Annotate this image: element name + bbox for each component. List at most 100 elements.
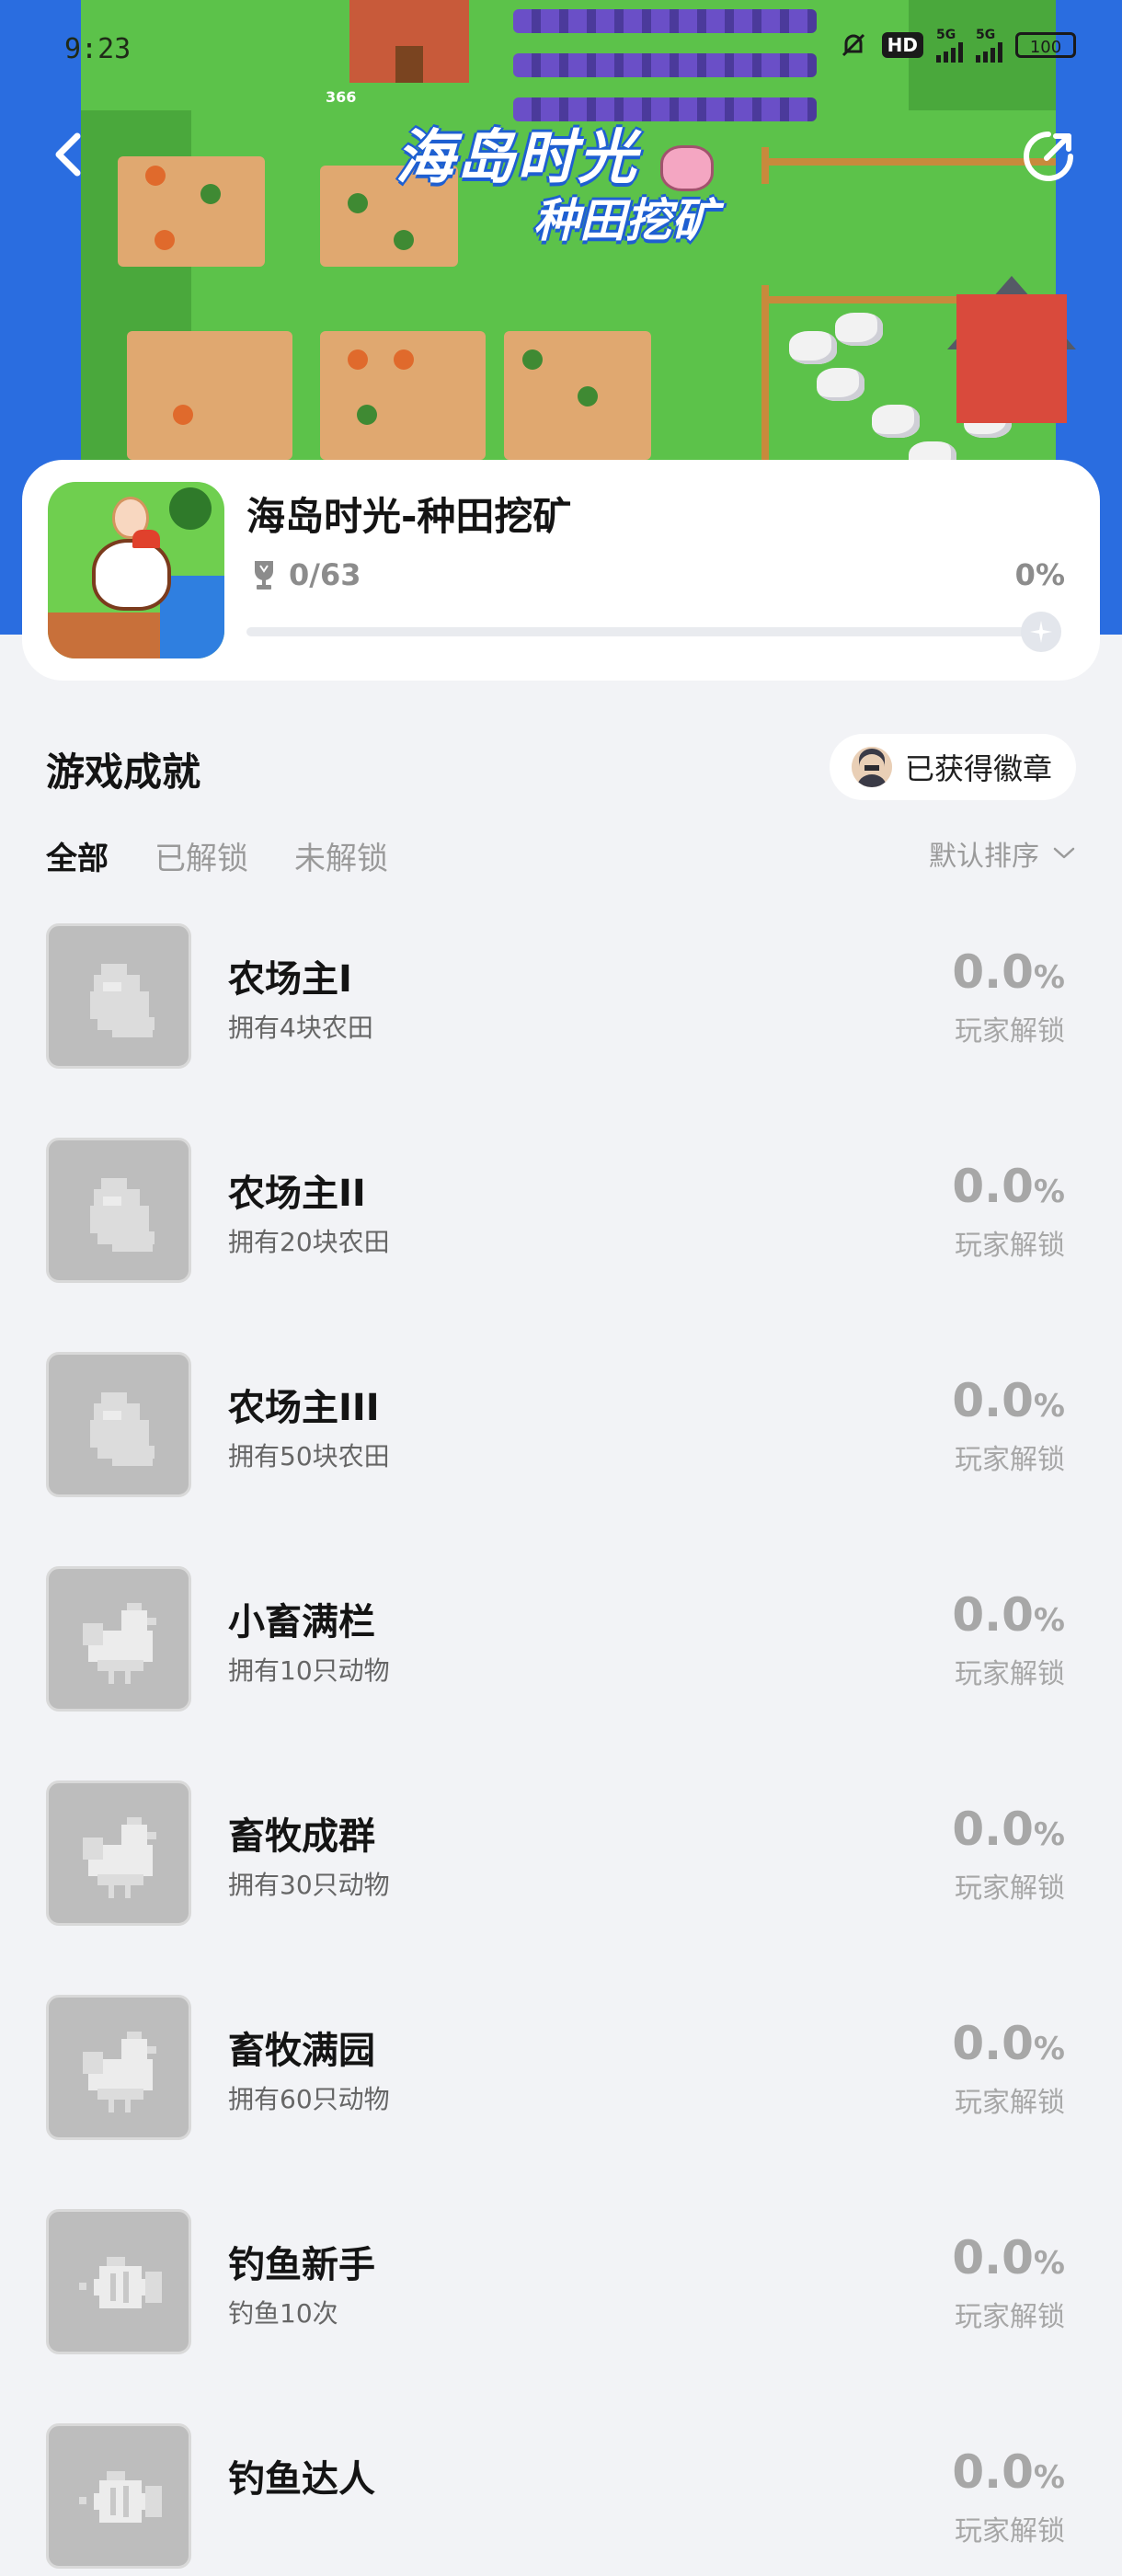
achievement-name: 畜牧成群 (228, 1815, 375, 1858)
achievement-filter-tabs: 全部 已解锁 未解锁 (46, 833, 388, 878)
trophy-icon (255, 561, 273, 590)
achievement-item[interactable]: 钓鱼新手 钓鱼10次 0.0% 玩家解锁 (0, 2205, 1122, 2362)
hd-badge: HD (881, 32, 923, 58)
achievement-unlock-label: 玩家解锁 (955, 1658, 1065, 1690)
achievement-desc: 拥有50块农田 (228, 1441, 390, 1471)
achievement-desc: 拥有4块农田 (228, 1013, 373, 1043)
crop (348, 349, 368, 370)
achievement-name: 钓鱼达人 (228, 2458, 375, 2501)
hero-title: 海岛时光 (395, 124, 638, 192)
achievement-percent-unit: % (1033, 2459, 1065, 2496)
signal-1: 5G (936, 28, 963, 63)
battery-level: 100 (1029, 38, 1062, 57)
achievement-percent-value: 0.0 (952, 1803, 1034, 1856)
achievement-percent-unit: % (1033, 2031, 1065, 2067)
crop (394, 230, 414, 250)
achievement-percent-unit: % (1033, 1174, 1065, 1210)
achievement-percent-unit: % (1033, 2245, 1065, 2282)
fence (761, 147, 769, 184)
crop (522, 349, 543, 370)
crop (394, 349, 414, 370)
achievement-unlock-label: 玩家解锁 (955, 2087, 1065, 2119)
achievement-unlock-label: 玩家解锁 (955, 1444, 1065, 1476)
crop (173, 405, 193, 425)
achievement-desc: 拥有10只动物 (228, 1655, 390, 1686)
progress-percent: 0% (1014, 557, 1065, 592)
achievement-name: 小畜满栏 (228, 1601, 375, 1643)
game-card[interactable]: 海岛时光-种田挖矿 0/63 0% (22, 460, 1100, 681)
achievement-item[interactable]: 农场主III 拥有50块农田 0.0% 玩家解锁 (0, 1348, 1122, 1505)
battery-icon: 100 (1015, 32, 1076, 58)
achievement-unlock-label: 玩家解锁 (955, 2515, 1065, 2547)
achievement-percent-unit: % (1033, 1388, 1065, 1425)
sheep (872, 405, 920, 438)
achievement-percent-value: 0.0 (952, 2017, 1034, 2070)
chicken-icon (46, 1566, 191, 1712)
achievement-name: 农场主III (228, 1387, 380, 1429)
achievement-percent: 0.0% (952, 2017, 1065, 2070)
signal-icon (936, 42, 963, 63)
signal-2: 5G (976, 28, 1002, 63)
crop (357, 405, 377, 425)
bag-icon (46, 1352, 191, 1497)
sort-dropdown[interactable]: 默认排序 (929, 833, 1076, 874)
achievement-unlock-label: 玩家解锁 (955, 1015, 1065, 1048)
game-title: 海岛时光-种田挖矿 (246, 494, 572, 539)
achievement-desc: 拥有30只动物 (228, 1870, 390, 1900)
mute-icon (842, 33, 864, 57)
trophy-progress: 0/63 (250, 557, 361, 592)
achievement-percent-value: 0.0 (952, 2445, 1034, 2499)
achievement-name: 钓鱼新手 (228, 2244, 375, 2286)
achievement-percent-unit: % (1033, 1816, 1065, 1853)
achievement-percent: 0.0% (952, 945, 1065, 999)
achievement-item[interactable]: 农场主I 拥有4块农田 0.0% 玩家解锁 (0, 920, 1122, 1076)
achievement-percent-value: 0.0 (952, 945, 1034, 999)
crop (145, 166, 166, 186)
tab-unlocked[interactable]: 已解锁 (155, 833, 248, 878)
achievement-percent-unit: % (1033, 959, 1065, 996)
progress-knob (1021, 612, 1061, 652)
achievement-name: 畜牧满园 (228, 2030, 375, 2072)
progress-bar (246, 612, 1061, 652)
barn (956, 294, 1067, 423)
achievement-item[interactable]: 小畜满栏拥有10只动物 0.0% 玩家解锁 (0, 1563, 1122, 1719)
sheep (789, 331, 837, 364)
achievement-percent: 0.0% (952, 1374, 1065, 1427)
crop (155, 230, 175, 250)
earned-badges-button[interactable]: 已获得徽章 (829, 734, 1076, 800)
achievement-item[interactable]: 畜牧满园 拥有60只动物 0.0% 玩家解锁 (0, 1991, 1122, 2147)
crop-row (513, 9, 817, 33)
farm-plot (127, 331, 292, 460)
network-label: 5G (976, 28, 996, 42)
trophy-count: 0/63 (289, 557, 361, 592)
achievement-percent-unit: % (1033, 1602, 1065, 1639)
crop-row (513, 53, 817, 77)
share-icon[interactable] (1019, 127, 1078, 186)
hero-subtitle: 种田挖矿 (533, 194, 717, 247)
achievement-percent-value: 0.0 (952, 1374, 1034, 1427)
farm-plot (118, 156, 265, 267)
achievement-unlock-label: 玩家解锁 (955, 1230, 1065, 1262)
achievement-item[interactable]: 钓鱼达人 0.0% 玩家解锁 (0, 2420, 1122, 2576)
achievement-percent: 0.0% (952, 1803, 1065, 1856)
bag-icon (46, 1138, 191, 1283)
crop (348, 193, 368, 213)
fish-icon (46, 2423, 191, 2569)
game-app-icon[interactable] (48, 482, 224, 658)
sort-label: 默认排序 (929, 841, 1039, 873)
network-label: 5G (936, 28, 956, 42)
chevron-down-icon (1053, 847, 1075, 859)
chicken-icon (46, 1780, 191, 1926)
tab-all[interactable]: 全部 (46, 833, 109, 878)
chevron-left-icon[interactable] (46, 127, 92, 182)
section-title: 游戏成就 (46, 750, 201, 795)
chicken-icon (46, 1995, 191, 2140)
achievement-item[interactable]: 畜牧成群 拥有30只动物 0.0% 玩家解锁 (0, 1777, 1122, 1933)
achievement-item[interactable]: 农场主II 拥有20块农田 0.0% 玩家解锁 (0, 1134, 1122, 1290)
farmhouse-door (395, 46, 423, 83)
achievement-percent-value: 0.0 (952, 1160, 1034, 1213)
achievement-desc: 钓鱼10次 (228, 2298, 338, 2329)
tab-locked[interactable]: 未解锁 (294, 833, 388, 878)
achievement-percent: 0.0% (952, 1588, 1065, 1642)
achievement-desc: 拥有20块农田 (228, 1227, 390, 1257)
